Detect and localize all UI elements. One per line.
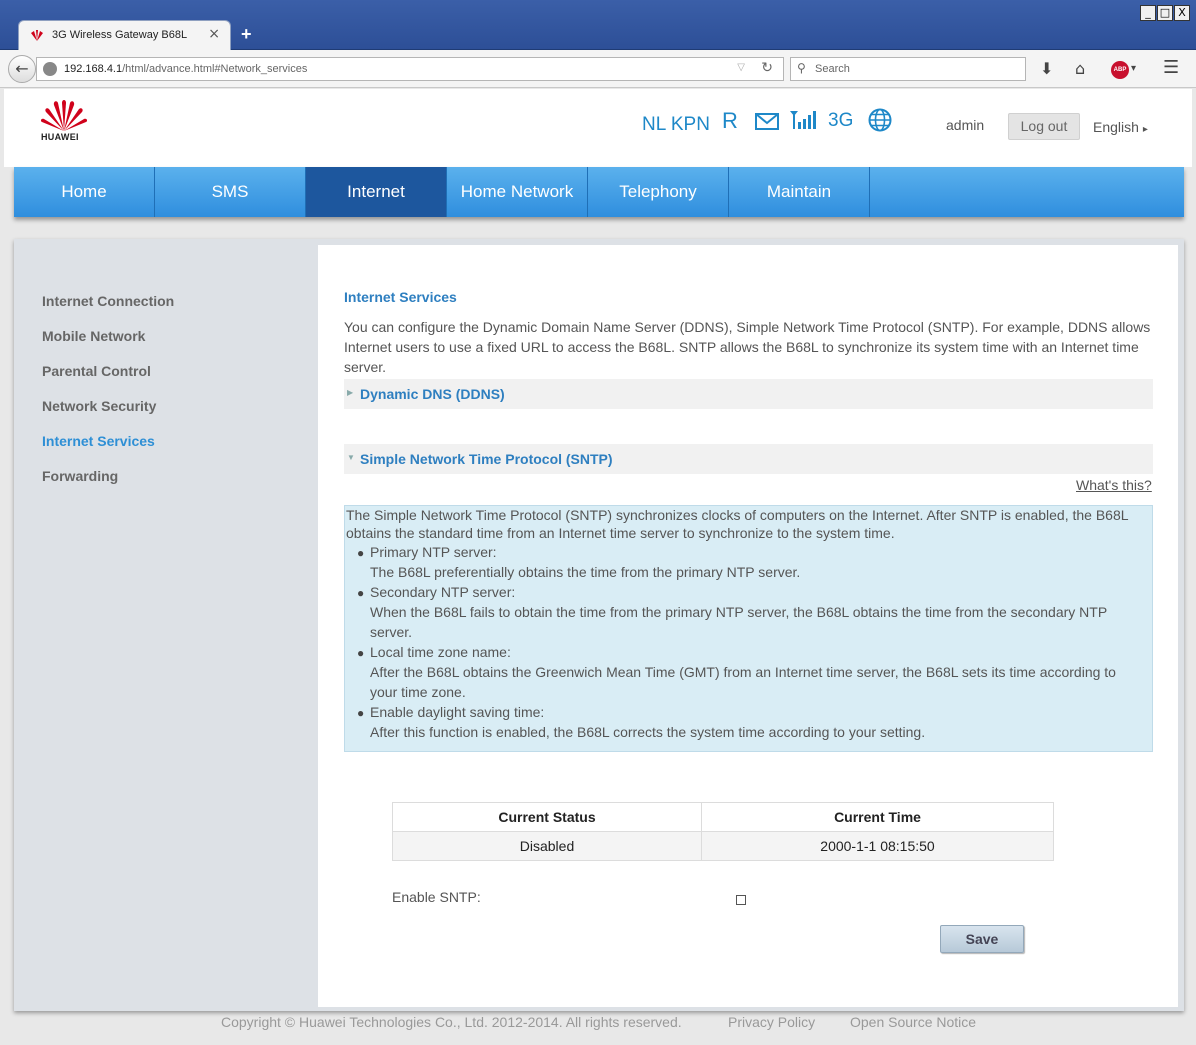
- current-status-value: Disabled: [392, 831, 702, 861]
- help-item-title: Secondary NTP server:: [370, 584, 516, 600]
- minimize-button[interactable]: _: [1140, 5, 1156, 21]
- help-item-desc: After the B68L obtains the Greenwich Mea…: [370, 664, 1116, 700]
- help-item-title: Local time zone name:: [370, 644, 511, 660]
- help-item-title: Primary NTP server:: [370, 544, 497, 560]
- open-source-notice-link[interactable]: Open Source Notice: [850, 1014, 976, 1030]
- main-panel: Internet Services You can configure the …: [318, 245, 1178, 1007]
- enable-sntp-checkbox[interactable]: [736, 895, 746, 905]
- home-icon[interactable]: ⌂: [1075, 59, 1085, 78]
- browser-tab[interactable]: 3G Wireless Gateway B68L ×: [18, 20, 231, 50]
- back-button[interactable]: ←: [8, 55, 36, 83]
- signal-strength-icon: [790, 111, 816, 129]
- privacy-policy-link[interactable]: Privacy Policy: [728, 1014, 815, 1030]
- browser-toolbar: ← 192.168.4.1/html/advance.html#Network_…: [0, 50, 1196, 88]
- column-header: Current Status: [392, 802, 702, 832]
- column-header: Current Time: [701, 802, 1054, 832]
- adblock-icon[interactable]: ABP: [1111, 61, 1129, 79]
- menu-icon[interactable]: ☰: [1163, 57, 1179, 78]
- window-controls: _ □ X: [1140, 5, 1190, 21]
- ddns-section-header[interactable]: ▶ Dynamic DNS (DDNS): [344, 379, 1153, 409]
- tab-close-icon[interactable]: ×: [208, 26, 220, 42]
- url-dropdown-icon[interactable]: ▽: [737, 62, 745, 73]
- table-header-row: Current Status Current Time: [392, 802, 1054, 832]
- operator-name: NL KPN: [642, 114, 710, 135]
- bullet-icon: ●: [357, 586, 365, 600]
- search-placeholder: Search: [815, 63, 850, 75]
- sntp-label: Simple Network Time Protocol (SNTP): [360, 451, 613, 467]
- table-row: Disabled 2000-1-1 08:15:50: [392, 831, 1054, 861]
- intro-text: You can configure the Dynamic Domain Nam…: [344, 319, 1151, 375]
- nav-sms[interactable]: SMS: [155, 167, 306, 217]
- internet-globe-icon: [868, 108, 892, 132]
- maximize-button[interactable]: □: [1157, 5, 1173, 21]
- sntp-section-header[interactable]: ▼ Simple Network Time Protocol (SNTP): [344, 444, 1153, 474]
- sidebar-item-forwarding[interactable]: Forwarding: [42, 468, 118, 484]
- huawei-favicon-icon: [31, 30, 43, 41]
- close-window-button[interactable]: X: [1174, 5, 1190, 21]
- help-item-title: Enable daylight saving time:: [370, 704, 545, 720]
- logo-text: HUAWEI: [41, 132, 79, 142]
- whats-this-link[interactable]: What's this?: [1076, 477, 1152, 493]
- bullet-icon: ●: [357, 706, 365, 720]
- tab-title: 3G Wireless Gateway B68L: [52, 29, 188, 41]
- nav-internet[interactable]: Internet: [306, 167, 447, 217]
- chevron-right-icon: ▸: [1142, 124, 1148, 135]
- bullet-icon: ●: [357, 546, 365, 560]
- page-title: Internet Services: [344, 289, 457, 305]
- download-icon[interactable]: ⬇: [1040, 59, 1053, 78]
- reload-icon[interactable]: ↻: [761, 60, 773, 76]
- mail-icon[interactable]: [755, 113, 779, 131]
- search-icon: ⚲: [797, 61, 806, 75]
- ddns-label: Dynamic DNS (DDNS): [360, 386, 505, 402]
- help-item-desc: The B68L preferentially obtains the time…: [370, 564, 801, 580]
- roaming-indicator: R: [722, 108, 738, 133]
- save-button[interactable]: Save: [940, 925, 1024, 953]
- sidebar-item-parental-control[interactable]: Parental Control: [42, 363, 151, 379]
- expand-arrow-icon: ▶: [347, 388, 354, 397]
- enable-sntp-label: Enable SNTP:: [392, 889, 481, 905]
- collapse-arrow-icon: ▼: [347, 453, 355, 462]
- router-page: HUAWEI NL KPN R 3G admin Log out English…: [4, 89, 1192, 1045]
- network-type: 3G: [828, 110, 854, 131]
- site-info-icon[interactable]: [43, 62, 57, 76]
- help-item-desc: After this function is enabled, the B68L…: [370, 724, 926, 740]
- bullet-icon: ●: [357, 646, 365, 660]
- browser-titlebar: _ □ X 3G Wireless Gateway B68L × +: [0, 0, 1196, 50]
- sidebar-item-internet-connection[interactable]: Internet Connection: [42, 293, 174, 309]
- content-area: Internet Connection Mobile Network Paren…: [14, 239, 1184, 1011]
- new-tab-icon[interactable]: +: [241, 24, 252, 45]
- admin-username: admin: [946, 117, 985, 133]
- nav-home-network[interactable]: Home Network: [447, 167, 588, 217]
- sidebar-item-network-security[interactable]: Network Security: [42, 398, 156, 414]
- sidebar-item-internet-services[interactable]: Internet Services: [42, 433, 155, 449]
- help-item-desc: When the B68L fails to obtain the time f…: [370, 604, 1107, 640]
- help-summary: The Simple Network Time Protocol (SNTP) …: [346, 507, 1129, 541]
- nav-home[interactable]: Home: [14, 167, 155, 217]
- sntp-status-table: Current Status Current Time Disabled 200…: [392, 802, 1054, 861]
- current-time-value: 2000-1-1 08:15:50: [701, 831, 1054, 861]
- huawei-logo-icon: [40, 100, 88, 131]
- sntp-help-box: The Simple Network Time Protocol (SNTP) …: [344, 505, 1153, 752]
- main-nav: Home SMS Internet Home Network Telephony…: [14, 167, 1184, 217]
- copyright-text: Copyright © Huawei Technologies Co., Ltd…: [221, 1014, 682, 1030]
- address-bar[interactable]: 192.168.4.1/html/advance.html#Network_se…: [36, 57, 784, 81]
- language-selector[interactable]: English ▸: [1093, 119, 1148, 135]
- url-text: 192.168.4.1/html/advance.html#Network_se…: [64, 63, 308, 75]
- sidebar-item-mobile-network[interactable]: Mobile Network: [42, 328, 145, 344]
- nav-maintain[interactable]: Maintain: [729, 167, 870, 217]
- page-header: HUAWEI NL KPN R 3G admin Log out English…: [4, 89, 1192, 167]
- adblock-dropdown-icon[interactable]: ▾: [1131, 63, 1136, 74]
- logout-button[interactable]: Log out: [1008, 113, 1080, 140]
- search-input[interactable]: ⚲ Search: [790, 57, 1026, 81]
- nav-telephony[interactable]: Telephony: [588, 167, 729, 217]
